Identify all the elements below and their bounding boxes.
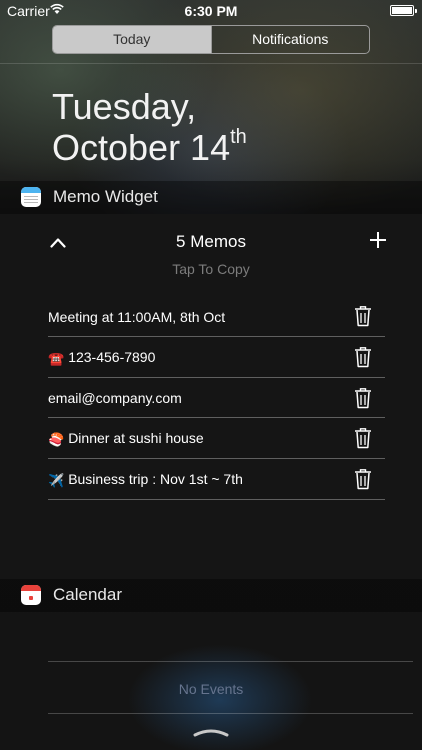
memo-text: email@company.com [48,388,182,406]
memo-app-icon [21,187,41,207]
trash-icon[interactable] [354,305,372,327]
close-grabber-handle[interactable] [193,728,229,737]
calendar-divider-bottom [48,713,413,714]
header-divider [0,63,422,64]
memo-count: 5 Memos [176,232,246,251]
month-day: October 14 [52,127,231,168]
day-suffix: th [230,126,247,148]
trash-icon[interactable] [354,468,372,490]
memo-row[interactable]: 🍣 Dinner at sushi house [48,418,385,460]
trash-icon[interactable] [354,387,372,409]
calendar-widget-title: Calendar [53,585,122,604]
status-bar: Carrier 6:30 PM [0,0,422,22]
no-events-label: No Events [178,681,244,697]
memo-label: Business trip : Nov 1st ~ 7th [68,471,243,488]
memo-text: 🍣 Dinner at sushi house [48,428,204,448]
memo-emoji: 🍣 [48,432,65,448]
memo-row[interactable]: ✈️ Business trip : Nov 1st ~ 7th [48,459,385,500]
trash-icon[interactable] [354,346,372,368]
clock: 6:30 PM [184,3,238,19]
memo-text: ☎️ 123-456-7890 [48,347,155,367]
trash-icon[interactable] [354,427,372,449]
memo-emoji: ✈️ [48,473,65,489]
memo-widget-body: 5 Memos Tap To Copy Meeting at 11:00AM, … [0,214,422,580]
memo-row[interactable]: email@company.com [48,378,385,419]
battery-level [392,7,412,14]
memo-label: email@company.com [48,390,182,407]
memo-widget-title: Memo Widget [53,187,158,206]
memo-list: Meeting at 11:00AM, 8th Oct ☎️ 123-456-789… [48,296,385,500]
weekday: Tuesday, [52,86,197,127]
battery-icon [390,5,417,16]
today-notifications-switch: Today Notifications [52,25,370,54]
memo-emoji: ☎️ [48,350,65,366]
tab-today[interactable]: Today [53,26,211,53]
memo-text: Meeting at 11:00AM, 8th Oct [48,307,225,325]
memo-widget-header[interactable]: Memo Widget [0,181,422,214]
month-day-line: October 14th [52,127,247,168]
memo-text: ✈️ Business trip : Nov 1st ~ 7th [48,469,243,489]
memo-label: Meeting at 11:00AM, 8th Oct [48,308,226,325]
memo-row[interactable]: ☎️ 123-456-7890 [48,337,385,378]
tab-notifications[interactable]: Notifications [210,26,370,53]
add-memo-icon[interactable] [369,231,387,249]
memo-summary: 5 Memos Tap To Copy [0,232,422,277]
calendar-app-icon [21,585,41,605]
calendar-widget-header[interactable]: Calendar [0,579,422,612]
copy-hint: Tap To Copy [172,261,250,277]
memo-label: Dinner at sushi house [68,430,204,447]
date-heading: Tuesday, October 14th [52,86,247,168]
calendar-divider-top [48,661,413,662]
memo-label: 123-456-7890 [68,348,156,365]
memo-row[interactable]: Meeting at 11:00AM, 8th Oct [48,296,385,337]
